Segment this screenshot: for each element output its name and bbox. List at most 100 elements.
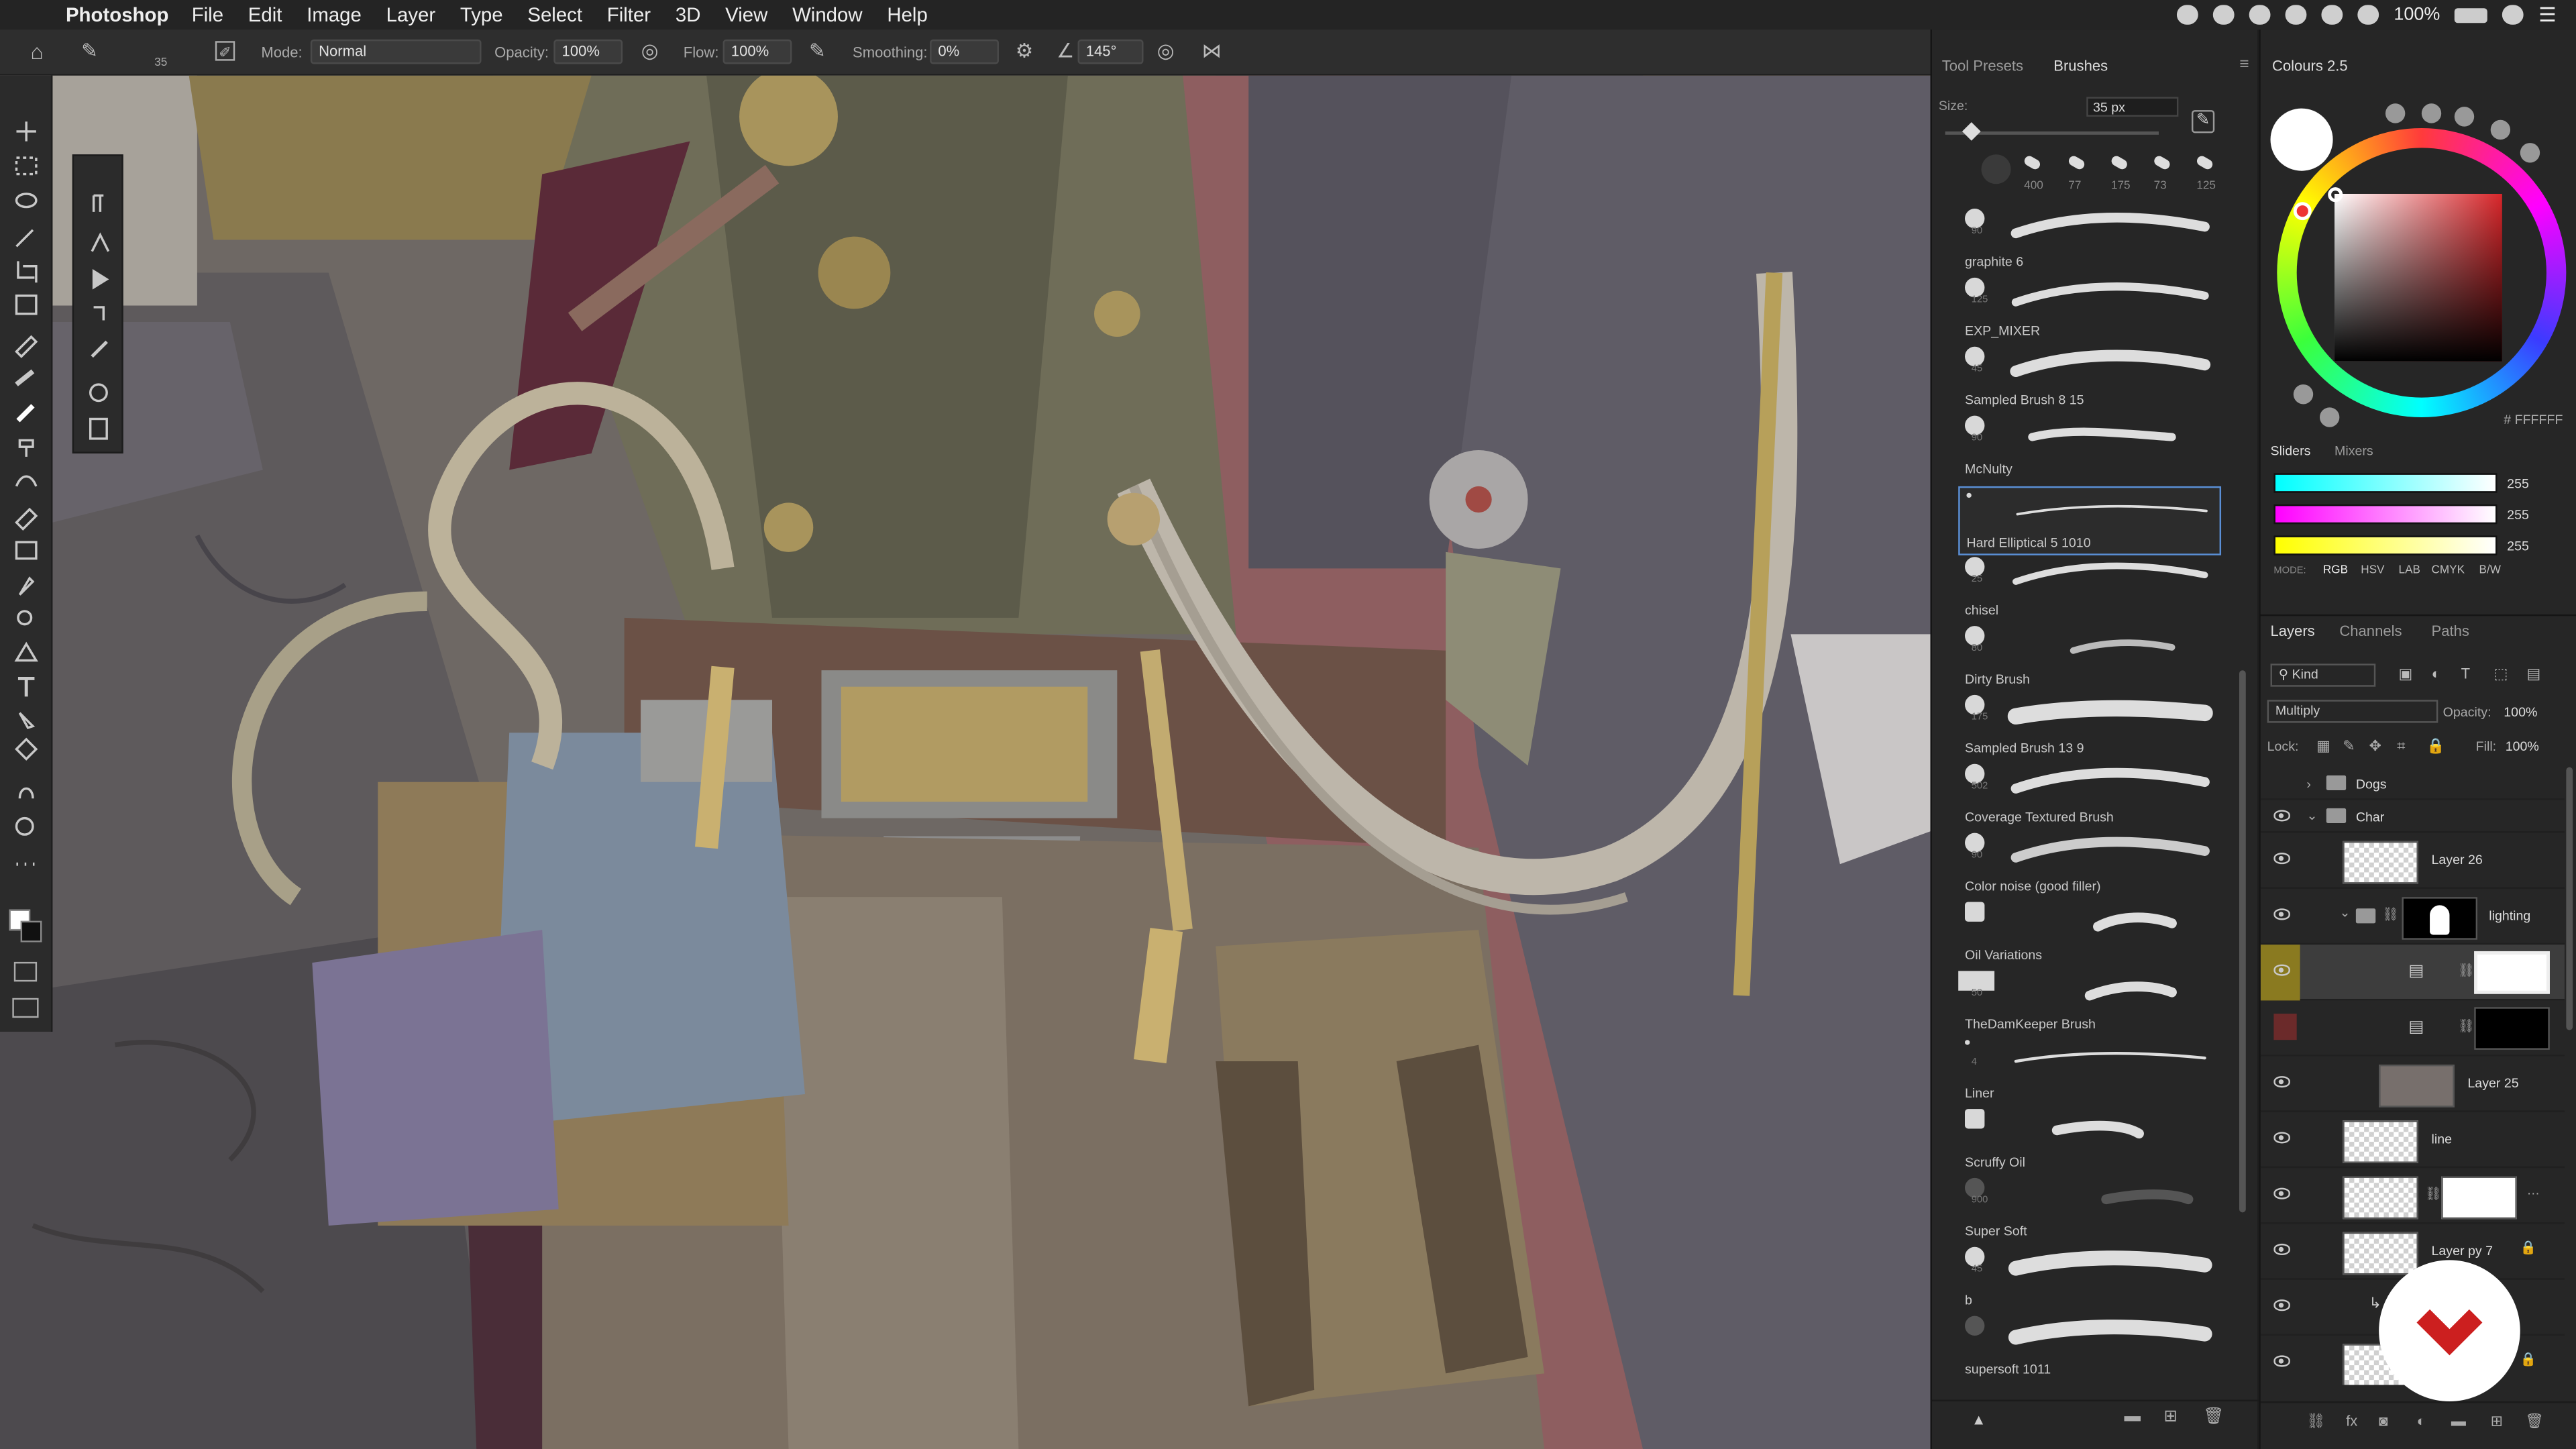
lock-all-icon[interactable]: 🔒 xyxy=(2426,738,2445,756)
brush-item[interactable]: 80 Dirty Brush xyxy=(1958,621,2221,690)
palette-dot-icon[interactable] xyxy=(2421,103,2442,123)
lock-artboard-icon[interactable]: ⌗ xyxy=(2397,738,2405,756)
lock-pixels-icon[interactable]: ✎ xyxy=(2343,738,2355,756)
spotlight-search-icon[interactable] xyxy=(2502,5,2524,25)
tab-paths[interactable]: Paths xyxy=(2432,623,2469,639)
filter-kind-select[interactable]: ⚲ Kind xyxy=(2270,663,2376,687)
current-colour-swatch[interactable] xyxy=(2270,108,2333,171)
yellow-blue-slider[interactable] xyxy=(2273,535,2498,555)
visibility-eye-icon[interactable] xyxy=(2273,908,2290,920)
palette-dot-icon[interactable] xyxy=(2293,384,2314,405)
mode-hsv[interactable]: HSV xyxy=(2361,565,2384,576)
airbrush-icon[interactable]: ✎ xyxy=(806,40,828,62)
visibility-eye-icon[interactable] xyxy=(2273,1355,2290,1367)
menu-select[interactable]: Select xyxy=(527,3,582,26)
battery-icon[interactable] xyxy=(2455,7,2488,23)
visibility-eye-icon[interactable] xyxy=(2273,853,2290,865)
tab-brushes[interactable]: Brushes xyxy=(2053,58,2108,74)
recent-brush-4[interactable]: 73 xyxy=(2152,154,2184,197)
blend-mode-select[interactable]: Multiply xyxy=(2267,700,2438,723)
filter-adjust-icon[interactable]: ◐ xyxy=(2432,665,2440,682)
tab-tool-presets[interactable]: Tool Presets xyxy=(1942,58,2023,74)
angle-input[interactable]: 145° xyxy=(1077,39,1144,64)
filter-smart-icon[interactable]: ▤ xyxy=(2527,665,2541,684)
add-mask-icon[interactable]: ◙ xyxy=(2379,1413,2387,1429)
slider-value-3[interactable]: 255 xyxy=(2507,539,2529,553)
panel-menu-icon[interactable]: ≡ xyxy=(2239,56,2249,74)
visibility-eye-icon[interactable] xyxy=(2273,1187,2290,1199)
layer-row[interactable]: Layer 25 xyxy=(2260,1057,2565,1112)
tab-mixers[interactable]: Mixers xyxy=(2334,443,2373,458)
visibility-eye-icon[interactable] xyxy=(2273,964,2290,976)
tab-sliders[interactable]: Sliders xyxy=(2271,443,2311,458)
layer-row[interactable]: line xyxy=(2260,1112,2565,1169)
wifi-icon[interactable] xyxy=(2321,5,2343,25)
palette-dot-icon[interactable] xyxy=(2490,119,2511,140)
brush-item[interactable]: supersoft 1011 xyxy=(1958,1311,2221,1380)
palette-dot-icon[interactable] xyxy=(2454,107,2475,127)
mode-rgb[interactable]: RGB xyxy=(2323,565,2348,576)
menu-help[interactable]: Help xyxy=(887,3,927,26)
brush-item[interactable]: 25 chisel xyxy=(1958,552,2221,621)
cyan-red-slider[interactable] xyxy=(2273,473,2498,493)
layer-row-selected[interactable]: ▤ ⛓ xyxy=(2260,945,2565,1001)
menu-layer[interactable]: Layer xyxy=(386,3,436,26)
tab-channels[interactable]: Channels xyxy=(2339,623,2402,639)
brush-tool-icon[interactable]: ✎ xyxy=(79,40,101,62)
layer-group-dogs[interactable]: › Dogs xyxy=(2260,767,2565,800)
dropbox-icon[interactable] xyxy=(2213,5,2235,25)
recent-brush-soft[interactable] xyxy=(1981,154,2011,184)
recent-brush-2[interactable]: 77 xyxy=(2067,154,2098,197)
expand-chevron-icon[interactable]: › xyxy=(2306,777,2311,792)
delete-brush-icon[interactable]: 🗑 xyxy=(2203,1408,2224,1426)
brush-item[interactable]: 90 graphite 6 xyxy=(1958,204,2221,273)
layer-mask-thumbnail[interactable] xyxy=(2474,1007,2550,1050)
slider-value-2[interactable]: 255 xyxy=(2507,508,2529,523)
recent-brush-5[interactable]: 125 xyxy=(2195,154,2226,197)
brush-settings-icon[interactable]: ✐ xyxy=(215,41,235,61)
angle-icon[interactable]: ∠ xyxy=(1055,40,1076,62)
saturation-value-square[interactable] xyxy=(2334,193,2502,362)
menu-3d[interactable]: 3D xyxy=(676,3,701,26)
visibility-eye-icon[interactable] xyxy=(2273,1243,2290,1256)
palette-dot-icon[interactable] xyxy=(2520,143,2540,163)
lock-transparent-icon[interactable]: ▦ xyxy=(2316,738,2330,756)
layer-row[interactable]: ⛓… xyxy=(2260,1168,2565,1224)
new-brush-icon[interactable]: ✎ xyxy=(2191,110,2215,133)
tab-layers[interactable]: Layers xyxy=(2271,623,2315,639)
brush-item[interactable]: Oil Variations xyxy=(1958,897,2221,966)
notification-center-icon[interactable]: ☰ xyxy=(2538,3,2556,26)
flow-input[interactable]: 100% xyxy=(722,39,792,64)
layer-group-char[interactable]: ⌄ Char xyxy=(2260,800,2565,833)
mode-select[interactable]: Normal xyxy=(310,39,482,64)
hex-value[interactable]: # FFFFFF xyxy=(2504,413,2563,427)
layers-scrollbar[interactable] xyxy=(2566,767,2573,1030)
visibility-eye-icon[interactable] xyxy=(2273,810,2290,822)
collapse-chevron-icon[interactable]: ⌄ xyxy=(2339,905,2350,920)
menu-window[interactable]: Window xyxy=(792,3,863,26)
slider-value-1[interactable]: 255 xyxy=(2507,476,2529,491)
filter-type-icon[interactable]: T xyxy=(2461,665,2470,682)
menu-image[interactable]: Image xyxy=(307,3,362,26)
cloud-icon[interactable] xyxy=(2249,5,2271,25)
new-group-icon[interactable]: ▬ xyxy=(2125,1408,2141,1426)
fill-input[interactable]: 100% xyxy=(2506,739,2539,754)
pressure-size-icon[interactable]: ◎ xyxy=(1155,40,1177,62)
link-icon[interactable]: ⛓ xyxy=(2382,907,2399,922)
mode-cmyk[interactable]: CMYK xyxy=(2432,565,2465,576)
palette-dot-icon[interactable] xyxy=(2319,407,2340,427)
visibility-eye-icon[interactable] xyxy=(2273,1299,2290,1311)
opacity-input[interactable]: 100% xyxy=(553,39,623,64)
brush-item-selected[interactable]: Hard Elliptical 5 1010 xyxy=(1958,486,2222,555)
smoothing-input[interactable]: 0% xyxy=(930,39,999,64)
creative-cloud-icon[interactable] xyxy=(2177,5,2198,25)
menu-edit[interactable]: Edit xyxy=(248,3,282,26)
layer-mask-thumbnail[interactable] xyxy=(2402,897,2478,940)
brush-item[interactable]: 90 Color noise (good filler) xyxy=(1958,828,2221,897)
brush-item[interactable]: 125 EXP_MIXER xyxy=(1958,273,2221,342)
menu-type[interactable]: Type xyxy=(460,3,503,26)
brush-item[interactable]: Scruffy Oil xyxy=(1958,1104,2221,1173)
brush-size-preview[interactable]: 35 xyxy=(154,58,167,69)
new-brush-button-icon[interactable]: ⊞ xyxy=(2163,1408,2178,1426)
symmetry-icon[interactable]: ⋈ xyxy=(1201,40,1222,62)
